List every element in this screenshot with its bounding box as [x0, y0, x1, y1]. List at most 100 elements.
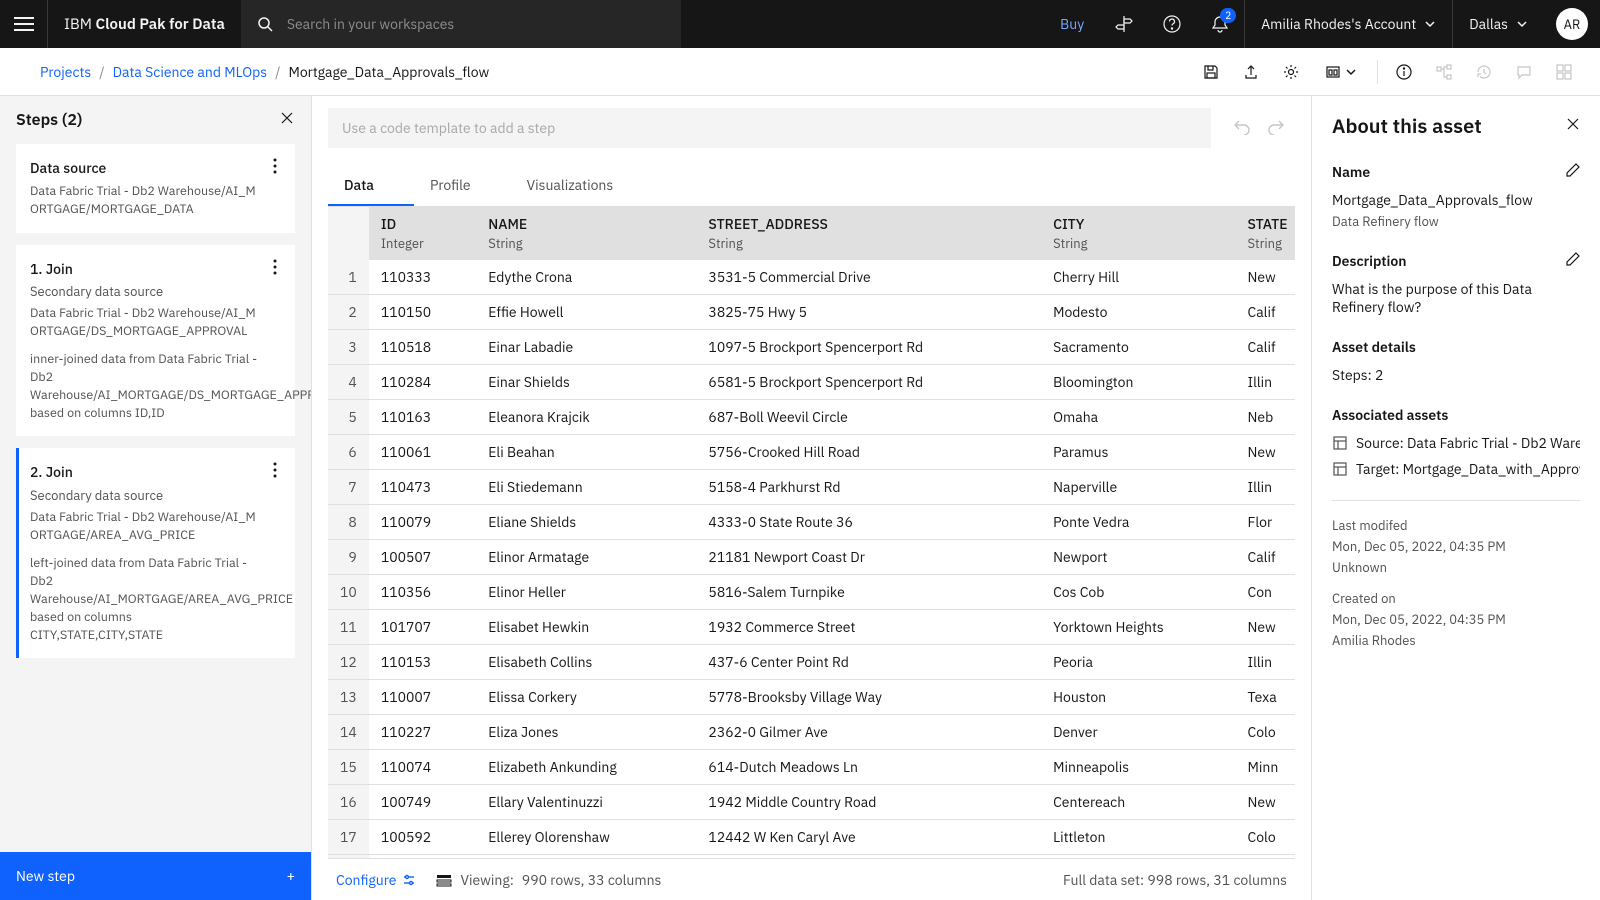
hamburger-menu-button[interactable] [0, 0, 48, 48]
close-about-button[interactable] [1566, 117, 1580, 135]
configure-button[interactable]: Configure [336, 871, 416, 889]
step-overflow-menu[interactable] [263, 458, 287, 482]
table-row[interactable]: 6110061Eli Beahan5756-Crooked Hill RoadP… [328, 435, 1295, 470]
cell: 687-Boll Weevil Circle [696, 400, 1041, 435]
row-number: 2 [328, 295, 369, 330]
history-icon[interactable] [1464, 52, 1504, 92]
account-dropdown[interactable]: Amilia Rhodes's Account [1244, 0, 1452, 48]
table-row[interactable]: 17100592Ellerey Olorenshaw12442 W Ken Ca… [328, 820, 1295, 855]
associated-target[interactable]: Target: Mortgage_Data_with_Approv... [1332, 460, 1580, 478]
cell: 110007 [369, 680, 476, 715]
table-row[interactable]: 13110007Elissa Corkery5778-Brooksby Vill… [328, 680, 1295, 715]
breadcrumb-projects[interactable]: Projects [40, 63, 91, 81]
table-row[interactable]: 11101707Elisabet Hewkin1932 Commerce Str… [328, 610, 1295, 645]
column-header[interactable]: STATEString [1236, 207, 1296, 260]
created-by: Amilia Rhodes [1332, 632, 1580, 649]
notifications-icon[interactable]: 2 [1196, 0, 1244, 48]
row-number: 18 [328, 855, 369, 859]
help-icon[interactable] [1148, 0, 1196, 48]
cell: Ponte Vedra [1041, 505, 1235, 540]
cell: New [1236, 260, 1296, 295]
cell: Elmer Morissette [476, 855, 696, 859]
redo-icon[interactable] [1267, 117, 1285, 139]
table-row[interactable]: 9100507Elinor Armatage21181 Newport Coas… [328, 540, 1295, 575]
cell: Eliza Jones [476, 715, 696, 750]
global-search[interactable]: Search in your workspaces [241, 0, 681, 48]
cell: 100749 [369, 785, 476, 820]
viewing-value: 990 rows, 33 columns [522, 871, 662, 889]
sub-bar: Projects / Data Science and MLOps / Mort… [0, 48, 1600, 96]
close-panel-button[interactable] [279, 110, 295, 131]
signpost-icon[interactable] [1100, 0, 1148, 48]
table-row[interactable]: 7110473Eli Stiedemann5158-4 Parkhurst Rd… [328, 470, 1295, 505]
cell: Illin [1236, 365, 1296, 400]
search-icon [257, 16, 273, 32]
avatar[interactable]: AR [1556, 8, 1588, 40]
step-card[interactable]: Data sourceData Fabric Trial - Db2 Wareh… [16, 144, 295, 233]
table-row[interactable]: 18110545Elmer Morissette6425-0 Southwest… [328, 855, 1295, 859]
center-panel: Use a code template to add a step DataPr… [312, 96, 1312, 900]
step-source: Data Fabric Trial - Db2 Warehouse/AI_MOR… [30, 304, 259, 340]
table-row[interactable]: 1110333Edythe Crona3531-5 Commercial Dri… [328, 260, 1295, 295]
cell: 6425-0 Southwestern Blvd [696, 855, 1041, 859]
column-header[interactable]: CITYString [1041, 207, 1235, 260]
cell: Centereach [1041, 785, 1235, 820]
table-row[interactable]: 12110153Elisabeth Collins437-6 Center Po… [328, 645, 1295, 680]
step-card[interactable]: 2. JoinSecondary data sourceData Fabric … [16, 448, 295, 658]
table-row[interactable]: 4110284Einar Shields6581-5 Brockport Spe… [328, 365, 1295, 400]
info-icon[interactable] [1384, 52, 1424, 92]
column-header[interactable]: IDInteger [369, 207, 476, 260]
row-number: 12 [328, 645, 369, 680]
buy-link[interactable]: Buy [1044, 15, 1100, 33]
sliders-icon [402, 873, 416, 887]
cell: Neb [1236, 400, 1296, 435]
associated-assets-label: Associated assets [1332, 406, 1580, 424]
export-icon[interactable] [1231, 52, 1271, 92]
column-header[interactable]: STREET_ADDRESSString [696, 207, 1041, 260]
step-overflow-menu[interactable] [263, 255, 287, 279]
row-number: 8 [328, 505, 369, 540]
cell: Elissa Corkery [476, 680, 696, 715]
tab-data[interactable]: Data [328, 166, 414, 206]
edit-description-icon[interactable] [1566, 252, 1580, 270]
save-icon[interactable] [1191, 52, 1231, 92]
cell: Peoria [1041, 645, 1235, 680]
table-row[interactable]: 8110079Eliane Shields4333-0 State Route … [328, 505, 1295, 540]
edit-name-icon[interactable] [1566, 163, 1580, 181]
step-card[interactable]: 1. JoinSecondary data sourceData Fabric … [16, 245, 295, 437]
code-template-input[interactable]: Use a code template to add a step [328, 108, 1211, 148]
cell: Minneapolis [1041, 750, 1235, 785]
cell: 110545 [369, 855, 476, 859]
table-row[interactable]: 14110227Eliza Jones2362-0 Gilmer AveDenv… [328, 715, 1295, 750]
associated-source[interactable]: Source: Data Fabric Trial - Db2 Ware... [1332, 434, 1580, 452]
step-source: Data Fabric Trial - Db2 Warehouse/AI_MOR… [30, 182, 259, 218]
table-row[interactable]: 3110518Einar Labadie1097-5 Brockport Spe… [328, 330, 1295, 365]
new-step-button[interactable]: New step + [0, 852, 311, 900]
cell: Minn [1236, 750, 1296, 785]
settings-icon[interactable] [1271, 52, 1311, 92]
step-overflow-menu[interactable] [263, 154, 287, 178]
status-bar: Configure Viewing: 990 rows, 33 columns … [328, 858, 1295, 900]
breadcrumb-current: Mortgage_Data_Approvals_flow [288, 63, 489, 81]
flow-icon[interactable] [1424, 52, 1464, 92]
table-row[interactable]: 5110163Eleanora Krajcik687-Boll Weevil C… [328, 400, 1295, 435]
table-row[interactable]: 16100749Ellary Valentinuzzi1942 Middle C… [328, 785, 1295, 820]
region-dropdown[interactable]: Dallas [1452, 0, 1544, 48]
cell: Bloomington [1041, 365, 1235, 400]
column-header[interactable]: NAMEString [476, 207, 696, 260]
asset-details-label: Asset details [1332, 338, 1580, 356]
comments-icon[interactable] [1504, 52, 1544, 92]
cell: Denver [1041, 715, 1235, 750]
cell: Edythe Crona [476, 260, 696, 295]
tab-visualizations[interactable]: Visualizations [511, 166, 654, 206]
cell: Newport [1041, 540, 1235, 575]
steps-panel: Steps (2) Data sourceData Fabric Trial -… [0, 96, 312, 900]
breadcrumb-project-name[interactable]: Data Science and MLOps [113, 63, 268, 81]
tab-profile[interactable]: Profile [414, 166, 511, 206]
table-row[interactable]: 2110150Effie Howell3825-75 Hwy 5ModestoC… [328, 295, 1295, 330]
table-row[interactable]: 10110356Elinor Heller5816-Salem Turnpike… [328, 575, 1295, 610]
table-row[interactable]: 15110074Elizabeth Ankunding614-Dutch Mea… [328, 750, 1295, 785]
more-icon[interactable] [1544, 52, 1584, 92]
undo-icon[interactable] [1233, 117, 1251, 139]
jobs-dropdown[interactable] [1311, 52, 1371, 92]
